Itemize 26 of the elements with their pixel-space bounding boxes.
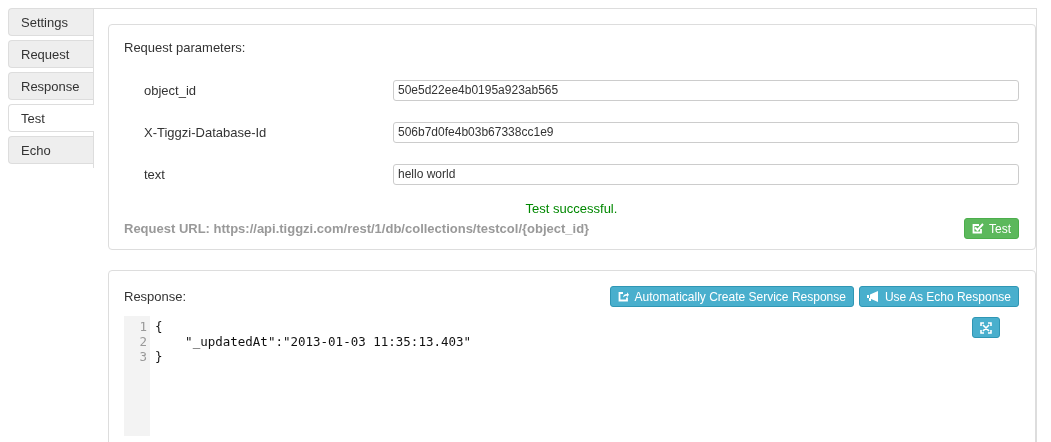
- param-label: X-Tiggzi-Database-Id: [143, 124, 268, 140]
- param-label: object_id: [143, 82, 198, 98]
- section-heading: Request parameters:: [124, 40, 247, 55]
- status-message: Test successful.: [524, 201, 619, 216]
- checkbox-icon: [972, 223, 984, 234]
- fullscreen-button[interactable]: [972, 317, 1000, 338]
- section-heading: Response:: [124, 289, 187, 304]
- code-line: }: [155, 349, 163, 364]
- line-number: 2: [138, 334, 148, 349]
- param-label: text: [143, 166, 166, 182]
- code-line: {: [155, 319, 163, 334]
- megaphone-icon: [866, 291, 880, 302]
- param-field[interactable]: 50e5d22ee4b0195a923ab565: [393, 79, 1019, 101]
- param-field[interactable]: hello world: [393, 163, 1019, 185]
- share-icon: [618, 291, 630, 302]
- tab[interactable]: Request: [8, 40, 93, 68]
- line-number: 1: [138, 319, 148, 334]
- tab[interactable]: Settings: [8, 8, 93, 36]
- tab[interactable]: Response: [8, 72, 93, 100]
- tab[interactable]: Echo: [8, 136, 93, 164]
- request-url: Request URL: https://api.tiggzi.com/rest/1/db/collections/testcol/{object_id}: [124, 221, 590, 236]
- expand-icon: [980, 321, 992, 334]
- tab[interactable]: Test: [8, 104, 94, 132]
- code-line: "_updatedAt":"2013-01-03 11:35:13.403": [184, 334, 472, 349]
- param-field[interactable]: 506b7d0fe4b03b67338cc1e9: [393, 121, 1019, 143]
- line-number: 3: [138, 349, 148, 364]
